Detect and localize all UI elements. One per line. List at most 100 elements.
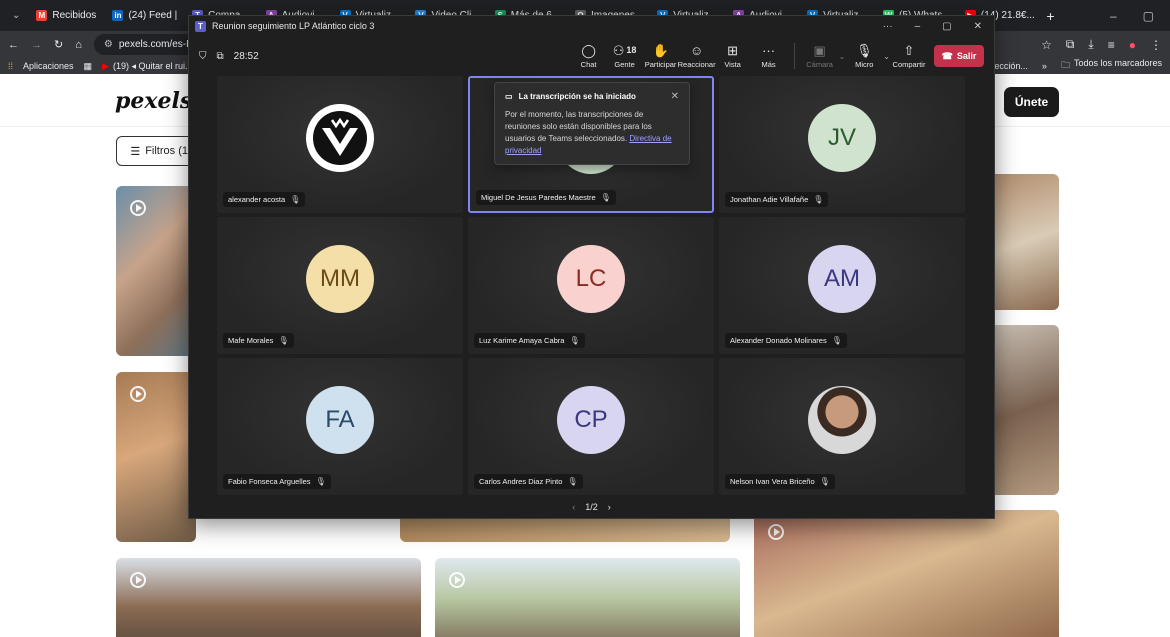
participant-tile[interactable]: JV Jonathan Adie Villafañe 🎙 xyxy=(719,76,965,213)
join-button[interactable]: Únete xyxy=(1004,87,1059,117)
next-page-icon[interactable]: › xyxy=(608,502,611,512)
close-icon[interactable]: ✕ xyxy=(974,21,982,32)
all-bookmarks[interactable]: 🗀 Todos los marcadores xyxy=(1061,58,1162,74)
share-button[interactable]: ⇧ Compartir xyxy=(892,44,926,69)
browser-tab[interactable]: in(24) Feed |✕ xyxy=(104,3,182,29)
more-button[interactable]: ··· Más xyxy=(752,44,786,69)
photo-thumbnail[interactable] xyxy=(116,186,196,356)
participant-avatar: CP xyxy=(557,386,625,454)
more-label: Más xyxy=(761,59,776,69)
browser-tab-label: Recibidos xyxy=(52,10,97,21)
meeting-toolbar: ⛉ ⧉ 28:52 ◯ Chat ⚇ 18 Gente ✋ Participar … xyxy=(189,36,994,76)
participant-name-tag: Carlos Andres Diaz Pinto 🎙 xyxy=(474,474,583,489)
leave-button[interactable]: ☎ Salir xyxy=(934,45,984,67)
participant-tile[interactable]: CP Carlos Andres Diaz Pinto 🎙 xyxy=(468,358,714,495)
participant-avatar xyxy=(306,104,374,172)
recording-icon[interactable]: ⧉ xyxy=(217,51,224,62)
teams-meeting-window: T Reunion seguimiento LP Atlántico ciclo… xyxy=(188,15,995,519)
meeting-title: Reunion seguimiento LP Atlántico ciclo 3 xyxy=(212,21,375,31)
mic-label: Micro xyxy=(855,59,874,69)
view-button[interactable]: ⊞ Vista xyxy=(716,44,750,69)
maximize-icon[interactable]: ▢ xyxy=(1143,9,1154,23)
teams-title-bar: T Reunion seguimiento LP Atlántico ciclo… xyxy=(189,16,994,36)
participant-tile[interactable]: alexander acosta 🎙 xyxy=(217,76,463,213)
brand-logo-icon xyxy=(313,111,367,165)
close-icon[interactable]: ✕ xyxy=(671,91,679,103)
photo-thumbnail[interactable] xyxy=(435,558,740,637)
participant-tile[interactable]: LC Luz Karime Amaya Cabra 🎙 xyxy=(468,217,714,354)
mic-button[interactable]: 🎙 Micro xyxy=(847,44,881,69)
participant-tile[interactable]: MM Mafe Morales 🎙 xyxy=(217,217,463,354)
filter-icon: ☰ xyxy=(130,145,141,158)
photo-thumbnail[interactable] xyxy=(990,325,1059,495)
extensions-icon[interactable]: ⧉ xyxy=(1066,37,1075,52)
home-icon[interactable]: ⌂ xyxy=(75,39,82,51)
minimize-icon[interactable]: – xyxy=(1110,9,1117,23)
tab-search-icon[interactable]: ⌄ xyxy=(6,10,26,21)
apps-icon[interactable]: ⁞⁞ xyxy=(8,61,13,71)
maximize-icon[interactable]: ▢ xyxy=(942,21,951,32)
forward-icon[interactable]: → xyxy=(31,39,42,51)
minimize-icon[interactable]: – xyxy=(915,21,921,32)
participant-name: Jonathan Adie Villafañe xyxy=(730,195,809,204)
participant-name: alexander acosta xyxy=(228,195,286,204)
participant-tile[interactable]: FA Fabio Fonseca Arguelles 🎙 xyxy=(217,358,463,495)
play-icon xyxy=(449,572,465,588)
photo-thumbnail[interactable] xyxy=(116,372,196,542)
smile-icon: ☺ xyxy=(689,43,704,58)
linkedin-icon: in xyxy=(112,10,124,21)
participate-label: Participar xyxy=(644,59,677,69)
bookmark-apps[interactable]: Aplicaciones xyxy=(23,61,74,71)
bookmarks-right: orrección... » 🗀 Todos los marcadores xyxy=(983,58,1162,74)
gmail-icon: M xyxy=(36,10,48,21)
photo-thumbnail[interactable] xyxy=(754,510,1059,637)
previous-page-icon[interactable]: ‹ xyxy=(572,502,575,512)
toolbar-right: ☆ ⧉ ⤓ ≡ ● ⋮ xyxy=(1041,37,1162,52)
transcription-notice-header: ▭ La transcripción se ha iniciado ✕ xyxy=(505,91,679,103)
play-icon xyxy=(130,200,146,216)
bookmark-item-1[interactable]: ▶ (19) ◂ Quitar el rui... xyxy=(102,61,192,72)
react-button[interactable]: ☺ Reaccionar xyxy=(678,43,716,69)
raise-hand-button[interactable]: ✋ Participar xyxy=(644,44,678,69)
grid-icon[interactable]: ▦ xyxy=(84,61,93,72)
camera-options-chevron-icon[interactable]: ⌄ xyxy=(839,52,846,61)
menu-icon[interactable]: ⋮ xyxy=(1150,38,1162,52)
reload-icon[interactable]: ↻ xyxy=(54,38,63,51)
profile-icon[interactable]: ● xyxy=(1129,38,1136,52)
mic-options-chevron-icon[interactable]: ⌄ xyxy=(883,52,890,61)
participant-name: Alexander Donado Molinares xyxy=(730,336,827,345)
shield-icon[interactable]: ⛉ xyxy=(199,51,207,62)
meeting-status: ⛉ ⧉ 28:52 xyxy=(199,51,259,62)
caption-icon: ▭ xyxy=(505,92,513,101)
mic-muted-icon: 🎙 xyxy=(315,477,326,486)
chat-label: Chat xyxy=(580,59,597,69)
browser-tab[interactable]: MRecibidos✕ xyxy=(28,3,102,29)
participant-name-tag: Miguel De Jesus Paredes Maestre 🎙 xyxy=(476,190,616,205)
participant-name: Carlos Andres Diaz Pinto xyxy=(479,477,563,486)
site-info-icon[interactable]: ⚙ xyxy=(104,39,113,50)
people-icon: ⚇ 18 xyxy=(612,43,637,58)
more-options-icon[interactable]: ··· xyxy=(883,21,893,32)
pexels-logo[interactable]: pexels xyxy=(115,88,192,114)
camera-button[interactable]: ▣ Cámara xyxy=(803,44,837,69)
mic-off-icon: 🎙 xyxy=(856,43,873,58)
participant-tile[interactable]: Nelson Ivan Vera Briceño 🎙 xyxy=(719,358,965,495)
play-icon xyxy=(768,524,784,540)
mic-muted-icon: 🎙 xyxy=(819,477,830,486)
participant-name: Mafe Morales xyxy=(228,336,274,345)
bookmark-star-icon[interactable]: ☆ xyxy=(1041,38,1052,52)
people-button[interactable]: ⚇ 18 Gente xyxy=(608,44,642,69)
mic-muted-icon: 🎙 xyxy=(569,336,580,345)
new-tab-button[interactable]: + xyxy=(1040,8,1060,24)
download-icon[interactable]: ⤓ xyxy=(1088,37,1093,52)
photo-thumbnail[interactable] xyxy=(990,174,1059,310)
participant-tile[interactable]: AM Alexander Donado Molinares 🎙 xyxy=(719,217,965,354)
chat-button[interactable]: ◯ Chat xyxy=(572,44,606,69)
more-bookmarks-icon[interactable]: » xyxy=(1042,61,1047,71)
back-icon[interactable]: ← xyxy=(8,39,19,51)
photo-thumbnail[interactable] xyxy=(116,558,421,637)
participant-name-tag: Mafe Morales 🎙 xyxy=(223,333,294,348)
transcription-notice-title: La transcripción se ha iniciado xyxy=(518,92,636,101)
browser-tab-label: (24) Feed | xyxy=(128,10,178,21)
media-icon[interactable]: ≡ xyxy=(1108,38,1115,52)
